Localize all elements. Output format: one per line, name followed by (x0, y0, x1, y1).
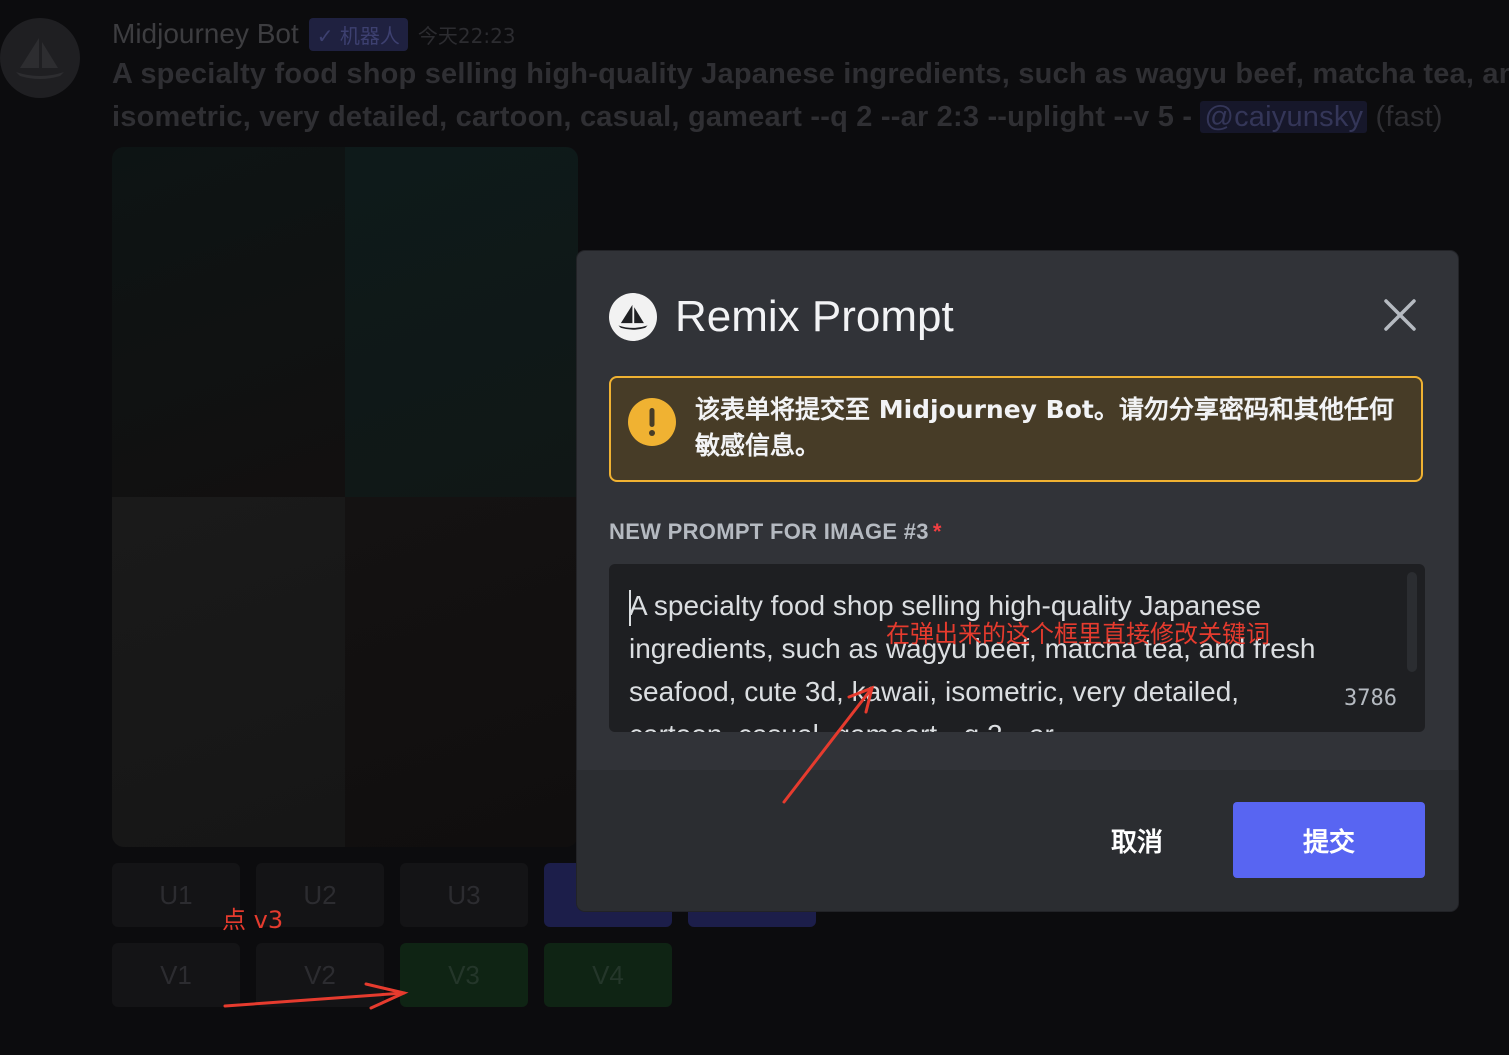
image-2[interactable] (345, 147, 578, 497)
image-3[interactable] (112, 497, 345, 847)
username[interactable]: Midjourney Bot (112, 18, 299, 50)
v4-button[interactable]: V4 (544, 943, 672, 1007)
prompt-field-label: NEW PROMPT FOR IMAGE #3 * (609, 519, 942, 545)
close-icon (1384, 299, 1416, 331)
modal-footer: 取消 提交 (577, 770, 1458, 911)
prompt-text-line-2: isometric, very detailed, cartoon, casua… (112, 101, 1443, 134)
v1-button[interactable]: V1 (112, 943, 240, 1007)
textarea-scrollbar[interactable] (1405, 568, 1419, 730)
v3-button[interactable]: V3 (400, 943, 528, 1007)
edit-annotation: 在弹出来的这个框里直接修改关键词 (886, 620, 1270, 648)
warning-text: 该表单将提交至 Midjourney Bot。请勿分享密码和其他任何敏感信息。 (695, 395, 1394, 460)
scrollbar-thumb[interactable] (1407, 572, 1417, 672)
prompt-text-line-2-content: isometric, very detailed, cartoon, casua… (112, 101, 1201, 133)
image-4[interactable] (345, 497, 578, 847)
sailboat-icon (16, 38, 64, 79)
u3-button[interactable]: U3 (400, 863, 528, 927)
user-mention[interactable]: @caiyunsky (1200, 101, 1368, 133)
required-mark: * (932, 519, 942, 544)
bot-badge: ✓ 机器人 (308, 17, 408, 51)
speed-label: (fast) (1375, 101, 1443, 133)
character-count: 3786 (1344, 686, 1397, 711)
modal-title: Remix Prompt (675, 292, 954, 341)
sailboat-icon (609, 293, 657, 341)
u1-button[interactable]: U1 (112, 863, 240, 927)
remix-prompt-modal: Remix Prompt 该表单将提交至 Midjourney Bot。请勿分享… (577, 251, 1458, 911)
prompt-text-line-1: A specialty food shop selling high-quali… (112, 58, 1509, 90)
close-button[interactable] (1380, 295, 1420, 335)
cancel-button[interactable]: 取消 (1077, 802, 1197, 878)
warning-icon (628, 398, 676, 446)
image-grid[interactable] (112, 147, 578, 847)
submit-button[interactable]: 提交 (1233, 802, 1425, 878)
image-1[interactable] (112, 147, 345, 497)
bot-avatar[interactable] (0, 18, 80, 98)
v2-button[interactable]: V2 (256, 943, 384, 1007)
prompt-textarea-value[interactable]: A specialty food shop selling high-quali… (629, 584, 1329, 732)
click-v3-annotation: 点 v3 (222, 906, 284, 934)
prompt-field-label-text: NEW PROMPT FOR IMAGE #3 (609, 519, 929, 544)
timestamp: 今天22:23 (417, 23, 516, 48)
warning-banner: 该表单将提交至 Midjourney Bot。请勿分享密码和其他任何敏感信息。 (609, 376, 1423, 482)
